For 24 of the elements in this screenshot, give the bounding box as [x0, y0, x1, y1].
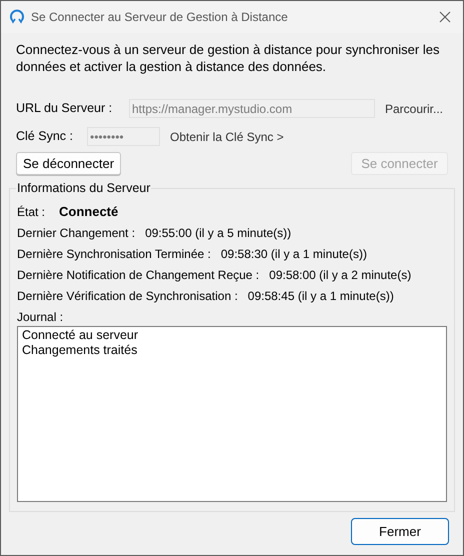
- log-entry: Connecté au serveur: [22, 328, 140, 343]
- log-entry: Changements traités: [22, 343, 138, 358]
- close-button[interactable]: Fermer: [351, 518, 449, 545]
- info-label: Dernière Vérification de Synchronisation :: [17, 288, 238, 305]
- info-value: 09:58:45 (il y a 1 minute(s)): [248, 288, 394, 305]
- disconnect-button[interactable]: Se déconnecter: [16, 152, 122, 175]
- info-value: 09:55:00 (il y a 5 minute(s)): [145, 225, 292, 242]
- info-label: Dernière Synchronisation Terminée :: [17, 246, 211, 263]
- app-icon: [9, 9, 25, 25]
- description-text: Connectez-vous à un serveur de gestion à distance pour synchroniser les données et activer la gestion à distance des données.: [16, 41, 440, 75]
- info-value: 09:58:00 (il y a 2 minute(s): [269, 267, 412, 284]
- info-value: 09:58:30 (il y a 1 minute(s)): [220, 246, 367, 263]
- window-title: Se Connecter au Serveur de Gestion à Distance: [31, 9, 289, 26]
- close-icon[interactable]: [439, 11, 451, 23]
- log-label: Journal :: [17, 309, 64, 326]
- get-key-link[interactable]: Obtenir la Clé Sync >: [170, 128, 284, 146]
- url-label: URL du Serveur :: [16, 100, 114, 118]
- info-label: Dernière Notification de Changement Reçue :: [17, 267, 260, 284]
- log-box[interactable]: Connecté au serveur Changements traités: [17, 326, 447, 502]
- status-value: Connecté: [59, 203, 118, 222]
- browse-link[interactable]: Parcourir...: [385, 100, 444, 118]
- info-label: Dernier Changement :: [17, 225, 136, 242]
- sync-key-label: Clé Sync :: [16, 128, 74, 146]
- status-label: État :: [17, 204, 46, 221]
